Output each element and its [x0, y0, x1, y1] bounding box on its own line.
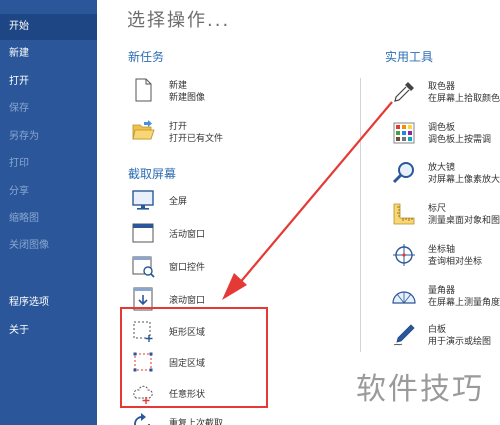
watermark-text: 软件技巧: [356, 372, 484, 407]
sidebar-item-print[interactable]: 打印: [0, 151, 97, 177]
ruler-icon: [393, 203, 415, 225]
tool-whiteboard[interactable]: 白板 用于演示或绘图: [391, 322, 500, 348]
open-folder-icon: [132, 120, 155, 140]
repeat-capture-icon: [134, 413, 150, 425]
sidebar-item-options[interactable]: 程序选项: [0, 290, 97, 316]
tool-palette-desc: 调色板上按需调: [428, 135, 492, 145]
tool-whiteboard-desc: 用于演示或绘图: [428, 337, 492, 347]
crosshair-icon: [393, 244, 415, 266]
section-title-new-task: 新任务: [128, 50, 165, 64]
whiteboard-pen-icon: [393, 324, 415, 346]
monitor-icon: [132, 190, 154, 210]
palette-icon: [393, 122, 415, 144]
tool-color-picker[interactable]: 取色器 在屏幕上拾取颜色: [391, 79, 500, 105]
sidebar-item-open[interactable]: 打开: [0, 69, 97, 95]
capture-window-control[interactable]: 窗口控件: [131, 254, 261, 278]
sidebar-item-thumbnails[interactable]: 缩略图: [0, 206, 97, 232]
window-icon: [132, 223, 154, 243]
magnifier-icon: [392, 162, 414, 184]
sidebar-item-about[interactable]: 关于: [0, 318, 97, 344]
tool-magnifier[interactable]: 放大镜 对屏幕上像素放大: [391, 160, 500, 186]
backstage-sidebar: 开始 新建 打开 保存 另存为 打印 分享 缩略图 关闭图像 程序选项 关于: [0, 0, 97, 425]
window-control-icon: [132, 256, 155, 278]
capture-fullscreen-label: 全屏: [169, 197, 188, 207]
tool-crosshair[interactable]: 坐标轴 查询相对坐标: [391, 242, 500, 268]
sidebar-item-start[interactable]: 开始: [0, 14, 97, 40]
sidebar-item-close-image[interactable]: 关闭图像: [0, 233, 97, 259]
tool-palette[interactable]: 调色板 调色板上按需调: [391, 120, 500, 146]
tool-protractor[interactable]: 量角器 在屏幕上测量角度: [391, 283, 500, 309]
task-open-desc: 打开已有文件: [169, 134, 224, 144]
tool-ruler-desc: 测量桌面对象和图: [428, 216, 500, 226]
capture-active-window-label: 活动窗口: [169, 230, 206, 240]
sidebar-item-share[interactable]: 分享: [0, 179, 97, 205]
eyedropper-icon: [394, 82, 414, 102]
sidebar-item-new[interactable]: 新建: [0, 41, 97, 67]
task-new[interactable]: 新建 新建图像: [131, 78, 331, 104]
tool-protractor-desc: 在屏幕上测量角度: [428, 298, 500, 308]
capture-fullscreen[interactable]: 全屏: [131, 188, 261, 212]
protractor-icon: [392, 291, 416, 304]
capture-scroll-window-label: 滚动窗口: [169, 296, 206, 306]
tool-ruler[interactable]: 标尺 测量桌面对象和图: [391, 201, 500, 227]
highlight-box: [120, 307, 268, 408]
capture-repeat-last-label: 重复上次截取: [169, 419, 224, 425]
tool-magnifier-desc: 对屏幕上像素放大: [428, 175, 500, 185]
column-divider: [360, 78, 361, 352]
tool-color-picker-desc: 在屏幕上拾取颜色: [428, 94, 500, 104]
section-title-capture: 截取屏幕: [128, 167, 177, 181]
task-new-desc: 新建图像: [169, 93, 206, 103]
task-open[interactable]: 打开 打开已有文件: [131, 119, 331, 145]
blank-page-icon: [135, 78, 152, 102]
capture-repeat-last[interactable]: 重复上次截取: [131, 412, 261, 425]
tool-crosshair-desc: 查询相对坐标: [428, 257, 483, 267]
sidebar-item-save[interactable]: 保存: [0, 96, 97, 122]
capture-window-control-label: 窗口控件: [169, 263, 206, 273]
section-title-tools: 实用工具: [385, 50, 434, 64]
sidebar-item-save-as[interactable]: 另存为: [0, 124, 97, 150]
page-title: 选择操作...: [127, 10, 231, 31]
watermark: 软件技巧: [348, 358, 500, 416]
capture-active-window[interactable]: 活动窗口: [131, 221, 261, 245]
